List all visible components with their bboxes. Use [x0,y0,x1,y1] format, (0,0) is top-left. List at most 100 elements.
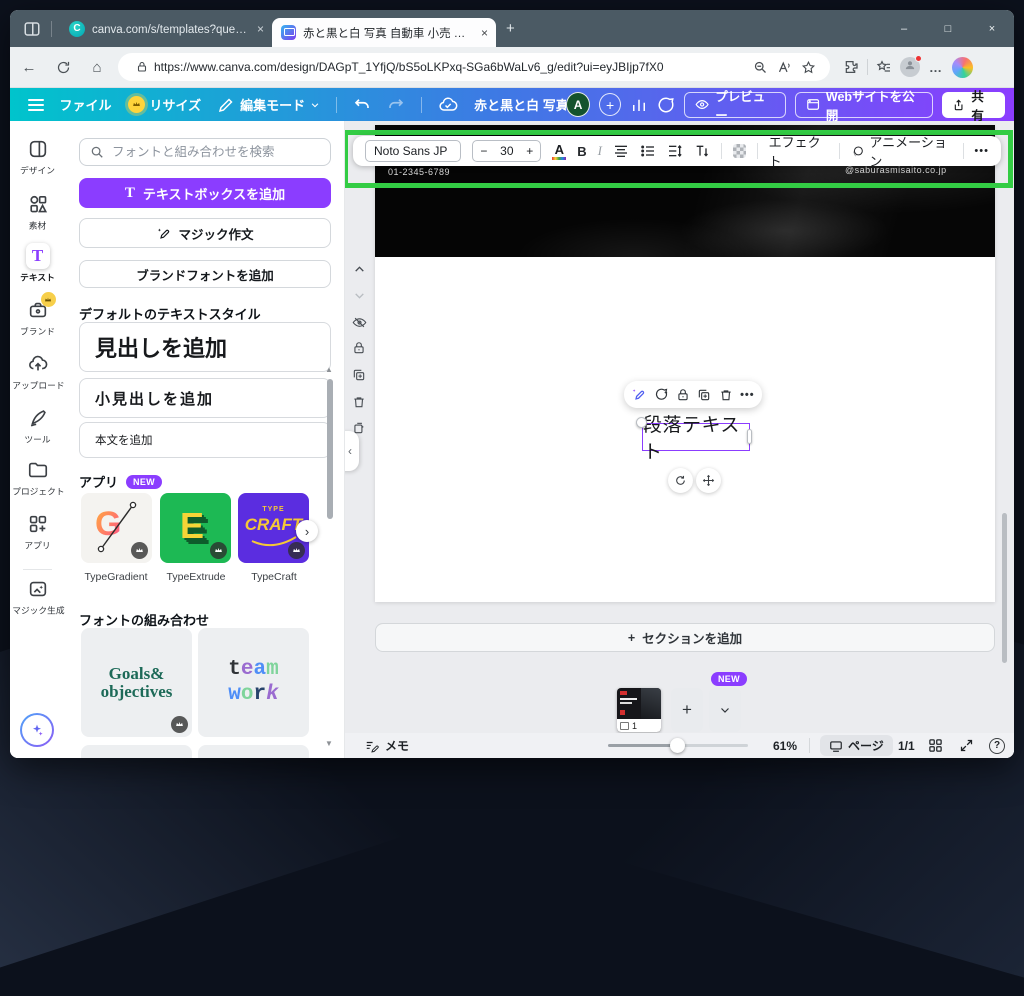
app-typeextrude[interactable]: E [160,493,231,563]
refresh-icon[interactable] [48,53,78,81]
expand-pages-button[interactable] [709,688,741,732]
home-icon[interactable]: ⌂ [82,53,112,81]
file-menu[interactable]: ファイル [60,95,112,114]
apps-scroll-right-button[interactable]: › [296,520,318,542]
insights-icon[interactable] [630,96,648,114]
comment-icon[interactable] [654,387,669,402]
sidebar-item-apps[interactable]: アプリ [10,512,65,552]
minimize-button[interactable]: – [882,10,926,47]
new-tab-button[interactable]: + [506,20,515,37]
add-page-button[interactable]: + [671,688,703,732]
add-textbox-button[interactable]: T テキストボックスを追加 [79,178,331,208]
assistant-sparkle-button[interactable] [20,713,54,747]
animation-button[interactable]: アニメーション [851,132,952,170]
canvas-scrollbar[interactable] [1002,513,1007,663]
zoom-slider-thumb[interactable] [670,738,685,753]
align-center-button[interactable] [613,144,629,158]
sidebar-item-projects[interactable]: プロジェクト [10,458,65,498]
url-field[interactable]: https://www.canva.com/design/DAGpT_1YfjQ… [118,53,830,81]
bold-button[interactable]: B [577,144,586,159]
trash-icon[interactable] [351,394,367,410]
text-color-button[interactable]: A [552,143,566,160]
lock-icon[interactable] [351,340,367,356]
edit-mode-menu[interactable]: 編集モード [217,95,320,114]
maximize-button[interactable]: □ [926,10,970,47]
publish-website-button[interactable]: Webサイトを公開 [795,92,933,118]
share-button[interactable]: 共有 [942,92,1005,118]
undo-icon[interactable] [353,96,371,114]
add-member-button[interactable]: + [599,93,621,116]
move-handle[interactable] [696,468,721,493]
transparency-button[interactable] [733,144,746,158]
resize-handle[interactable] [636,417,647,428]
redo-icon[interactable] [387,96,405,114]
add-heading-card[interactable]: 見出しを追加 [79,322,331,372]
extensions-icon[interactable] [838,55,864,79]
fullscreen-icon[interactable] [959,738,974,753]
bullet-list-button[interactable] [640,144,656,158]
side-resize-handle[interactable] [747,429,752,444]
notes-button[interactable]: メモ [365,737,409,754]
sidebar-item-elements[interactable]: 素材 [10,192,65,232]
favorites-hub-icon[interactable] [871,55,897,79]
magic-edit-icon[interactable] [631,387,646,402]
sidebar-item-design[interactable]: デザイン [10,137,65,177]
font-search-box[interactable] [79,138,331,166]
sidebar-item-magic-media[interactable]: マジック生成 [10,577,65,617]
close-button[interactable]: × [970,10,1014,47]
grid-view-icon[interactable] [928,738,943,753]
pages-view-button[interactable]: ページ [820,735,893,756]
app-typegradient[interactable]: G [81,493,152,563]
comment-icon[interactable] [657,96,675,114]
hide-eye-icon[interactable] [351,314,367,330]
lock-icon[interactable] [676,388,690,402]
selected-text-element[interactable]: 段落テキスト [642,423,750,451]
copilot-icon[interactable] [949,55,975,79]
tab-close-icon[interactable]: × [257,23,264,35]
tab-design-editor[interactable]: 赤と黒と白 写真 自動車 小売 ウェブ × [272,18,496,47]
tab-close-icon[interactable]: × [481,27,488,39]
trash-icon[interactable] [719,388,733,402]
effects-button[interactable]: エフェクト [769,132,828,170]
duplicate-icon[interactable] [697,388,711,402]
duplicate-icon[interactable] [351,367,367,383]
search-input[interactable] [112,145,320,159]
read-aloud-icon[interactable] [772,56,796,78]
resize-menu[interactable]: リサイズ [128,95,202,114]
move-up-icon[interactable] [351,261,367,277]
more-options-button[interactable]: ••• [740,389,755,401]
vertical-text-button[interactable] [694,144,710,158]
rotate-handle[interactable] [668,468,693,493]
sidebar-item-tools[interactable]: ツール [10,406,65,446]
back-icon[interactable]: ← [14,53,44,81]
italic-button[interactable]: I [598,143,602,159]
document-title[interactable]: 赤と黒と白 写真 自動車 小売 ウェブ [474,95,566,114]
add-section-button[interactable]: + セクションを追加 [375,623,995,652]
combo-tile-partial[interactable] [198,745,309,758]
page-thumbnail[interactable]: 1 [617,688,661,732]
add-brand-font-button[interactable]: ブランドフォントを追加 [79,260,331,288]
combo-goals-objectives[interactable]: Goals& objectives [81,628,192,737]
panel-scroll-down-icon[interactable]: ▼ [325,739,333,748]
tab-templates[interactable]: C canva.com/s/templates?query=自 × [60,15,272,43]
zoom-out-icon[interactable] [748,56,772,78]
help-button[interactable]: ? [989,738,1005,754]
add-bodytext-card[interactable]: 本文を追加 [79,422,331,458]
font-size-increase[interactable]: + [526,144,533,158]
add-subheading-card[interactable]: 小見出しを追加 [79,378,331,418]
favorite-star-icon[interactable] [796,56,820,78]
combo-tile-partial[interactable] [81,745,192,758]
sidebar-item-uploads[interactable]: アップロード [10,352,65,392]
account-avatar[interactable]: A [566,92,590,117]
panel-scroll-up-icon[interactable]: ▲ [325,365,333,374]
sidebar-item-brand[interactable]: ブランド [10,298,65,338]
profile-avatar[interactable] [897,55,923,79]
browser-menu-icon[interactable]: … [923,55,949,79]
panel-collapse-button[interactable]: ‹ [345,431,359,471]
combo-teamwork[interactable]: team work [198,628,309,737]
preview-button[interactable]: プレビュー [684,92,786,118]
sidebar-item-text[interactable]: T テキスト [10,244,65,284]
move-down-icon[interactable] [351,287,367,303]
magic-write-button[interactable]: マジック作文 [79,218,331,248]
design-page[interactable] [375,125,995,602]
